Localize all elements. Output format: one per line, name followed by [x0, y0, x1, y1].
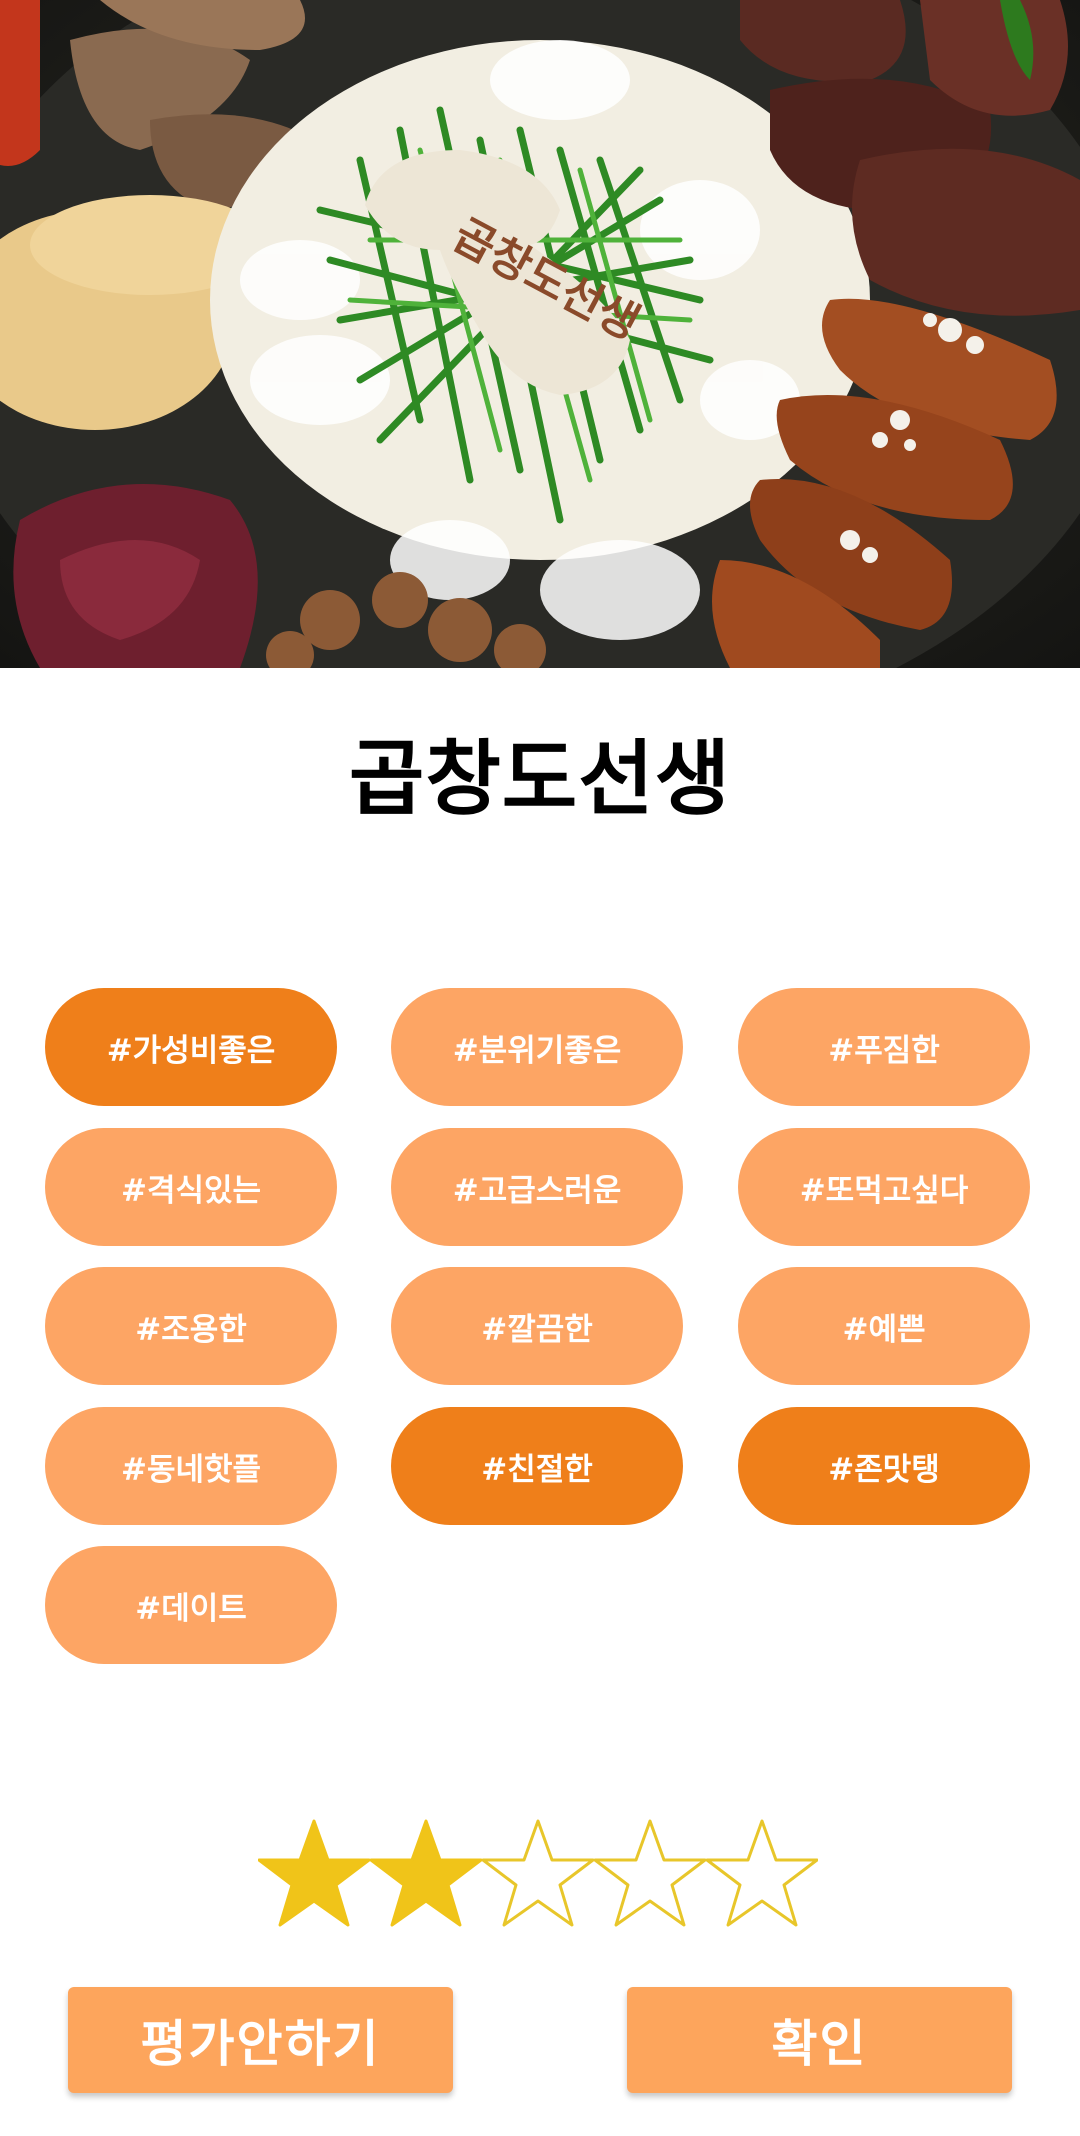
- hashtag-chip[interactable]: #예쁜: [738, 1267, 1030, 1385]
- skip-rating-button[interactable]: 평가안하기: [68, 1987, 453, 2093]
- hashtag-chip[interactable]: #존맛탱: [738, 1407, 1030, 1525]
- hashtag-chip[interactable]: #동네핫플: [45, 1407, 337, 1525]
- hashtag-chip[interactable]: #푸짐한: [738, 988, 1030, 1106]
- hashtag-chip[interactable]: #깔끔한: [391, 1267, 683, 1385]
- hashtag-chip[interactable]: #분위기좋은: [391, 988, 683, 1106]
- hashtag-chip[interactable]: #또먹고싶다: [738, 1128, 1030, 1246]
- restaurant-name: 곱창도선생: [348, 732, 732, 827]
- hashtag-chip[interactable]: #고급스러운: [391, 1128, 683, 1246]
- star-filled-icon[interactable]: [369, 1815, 483, 1931]
- hashtag-chip[interactable]: #가성비좋은: [45, 988, 337, 1106]
- star-empty-icon[interactable]: [705, 1815, 819, 1931]
- hashtag-chip[interactable]: #친절한: [391, 1407, 683, 1525]
- star-empty-icon[interactable]: [593, 1815, 707, 1931]
- hashtag-chip[interactable]: #조용한: [45, 1267, 337, 1385]
- star-rating[interactable]: [257, 1815, 822, 1931]
- star-filled-icon[interactable]: [257, 1815, 371, 1931]
- star-empty-icon[interactable]: [481, 1815, 595, 1931]
- food-photo: 곱창도선생: [0, 0, 1080, 668]
- confirm-button[interactable]: 확인: [627, 1987, 1012, 2093]
- hashtag-chip[interactable]: #격식있는: [45, 1128, 337, 1246]
- hashtag-chip[interactable]: #데이트: [45, 1546, 337, 1664]
